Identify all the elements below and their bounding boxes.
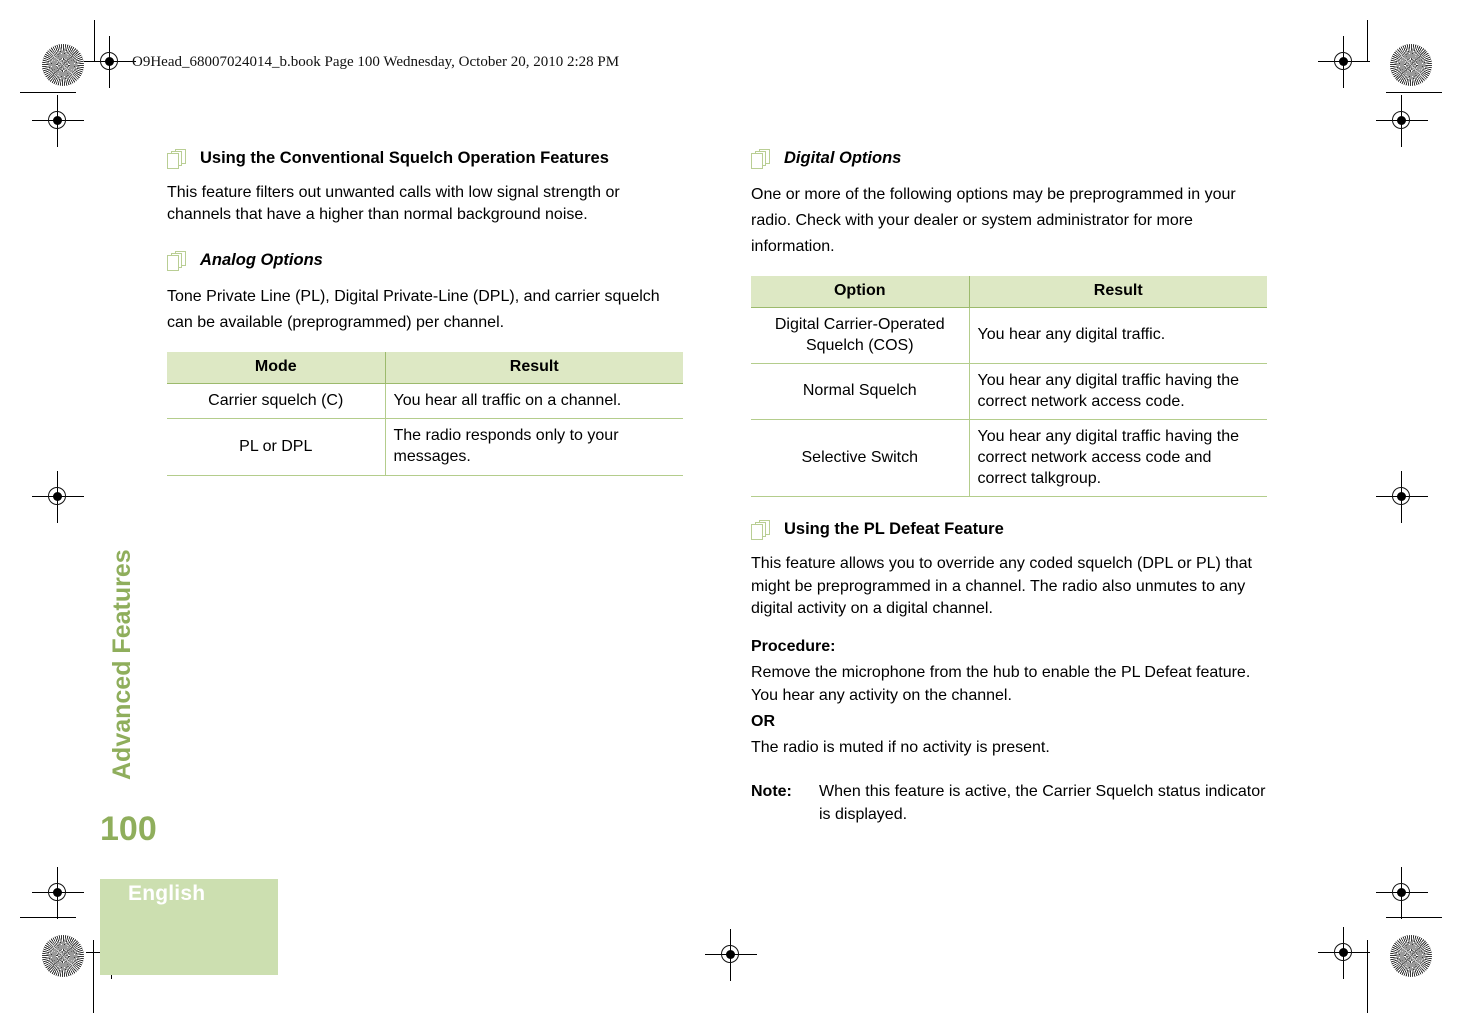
cell-option: Digital Carrier-Operated Squelch (COS) — [751, 307, 970, 364]
heading-digital-options-text: Digital Options — [784, 149, 902, 167]
table-row: Normal Squelch You hear any digital traf… — [751, 363, 1267, 421]
note-label: Note: — [751, 783, 792, 801]
table-row: Digital Carrier-Operated Squelch (COS) Y… — [751, 307, 1267, 364]
star-target-mark-top-right — [1390, 44, 1432, 86]
registration-mark-bottom-left — [32, 867, 84, 919]
page-number: 100 — [100, 810, 157, 848]
paragraph-analog-options: Tone Private Line (PL), Digital Private-… — [167, 288, 660, 332]
note-text: When this feature is active, the Carrier… — [819, 783, 1266, 823]
star-target-mark-top-left — [42, 44, 84, 86]
language-label: English — [128, 882, 206, 905]
column-header-result: Result — [969, 275, 1267, 308]
crop-line-right-upper-horizontal — [1386, 92, 1442, 93]
table-header-row: Option Result — [751, 275, 1267, 308]
table-header-row: Mode Result — [167, 352, 683, 385]
crop-line-bottom-right-vertical — [1367, 940, 1368, 1013]
table-row: PL or DPL The radio responds only to you… — [167, 418, 683, 476]
stacked-pages-icon — [167, 251, 189, 273]
heading-pl-defeat: Using the PL Defeat Feature — [751, 519, 1271, 542]
table-row: Carrier squelch (C) You hear all traffic… — [167, 383, 683, 420]
or-label: OR — [751, 712, 775, 730]
stacked-pages-icon — [751, 149, 773, 171]
registration-mark-bottom-right — [1376, 867, 1428, 919]
column-header-result: Result — [385, 352, 683, 385]
registration-mark-bottom-right-inner — [1318, 927, 1370, 979]
heading-conventional-squelch: Using the Conventional Squelch Operation… — [167, 148, 687, 169]
registration-mark-bottom-center — [705, 929, 757, 981]
heading-analog-options: Analog Options — [167, 250, 687, 273]
procedure-step: Remove the microphone from the hub to en… — [751, 664, 1251, 704]
chapter-title: Advanced Features — [108, 549, 136, 780]
cell-mode: Carrier squelch (C) — [167, 383, 386, 420]
crop-line-top-right-vertical — [1367, 20, 1368, 62]
crop-line-bottom-left-horizontal — [20, 917, 76, 918]
heading-conventional-squelch-text: Using the Conventional Squelch Operation… — [200, 149, 609, 167]
registration-mark-right-middle — [1376, 471, 1428, 523]
cell-result: You hear all traffic on a channel. — [385, 383, 683, 420]
paragraph-digital-options: One or more of the following options may… — [751, 185, 1236, 255]
paragraph-conventional-squelch: This feature filters out unwanted calls … — [167, 183, 620, 224]
alternative-text: The radio is muted if no activity is pre… — [751, 739, 1050, 757]
analog-options-table: Mode Result Carrier squelch (C) You hear… — [167, 352, 683, 476]
note-block: Note: When this feature is active, the C… — [751, 781, 1271, 825]
cell-result: The radio responds only to your messages… — [385, 418, 683, 476]
heading-analog-options-text: Analog Options — [200, 251, 323, 270]
cell-result: You hear any digital traffic having the … — [969, 363, 1267, 421]
registration-mark-top-left — [84, 36, 136, 88]
star-target-mark-bottom-left — [42, 935, 84, 977]
procedure-label: Procedure: — [751, 638, 836, 656]
column-header-option: Option — [751, 275, 970, 308]
cell-option: Normal Squelch — [751, 363, 970, 421]
stacked-pages-icon — [751, 520, 773, 542]
heading-pl-defeat-text: Using the PL Defeat Feature — [784, 520, 1004, 539]
star-target-mark-bottom-right — [1390, 935, 1432, 977]
crop-line-top-left-vertical — [94, 20, 95, 62]
crop-line-left-upper-horizontal — [20, 92, 76, 93]
stacked-pages-icon — [167, 149, 189, 171]
paragraph-pl-defeat: This feature allows you to override any … — [751, 555, 1252, 617]
column-header-mode: Mode — [167, 352, 386, 385]
crop-line-bottom-right-horizontal — [1386, 917, 1442, 918]
registration-mark-left-upper — [32, 95, 84, 147]
registration-mark-top-right — [1318, 36, 1370, 88]
cell-mode: PL or DPL — [167, 418, 386, 476]
registration-mark-right-upper — [1376, 95, 1428, 147]
cell-option: Selective Switch — [751, 419, 970, 498]
cell-result: You hear any digital traffic having the … — [969, 419, 1267, 498]
heading-digital-options: Digital Options — [751, 148, 1271, 169]
digital-options-table: Option Result Digital Carrier-Operated S… — [751, 275, 1267, 498]
crop-line-bottom-left-vertical — [93, 940, 94, 1013]
table-row: Selective Switch You hear any digital tr… — [751, 419, 1267, 498]
file-header-line: O9Head_68007024014_b.book Page 100 Wedne… — [132, 54, 620, 70]
registration-mark-left-middle — [32, 471, 84, 523]
cell-result: You hear any digital traffic. — [969, 307, 1267, 364]
left-column: Using the Conventional Squelch Operation… — [167, 148, 687, 496]
right-column: Digital Options One or more of the follo… — [751, 148, 1271, 826]
